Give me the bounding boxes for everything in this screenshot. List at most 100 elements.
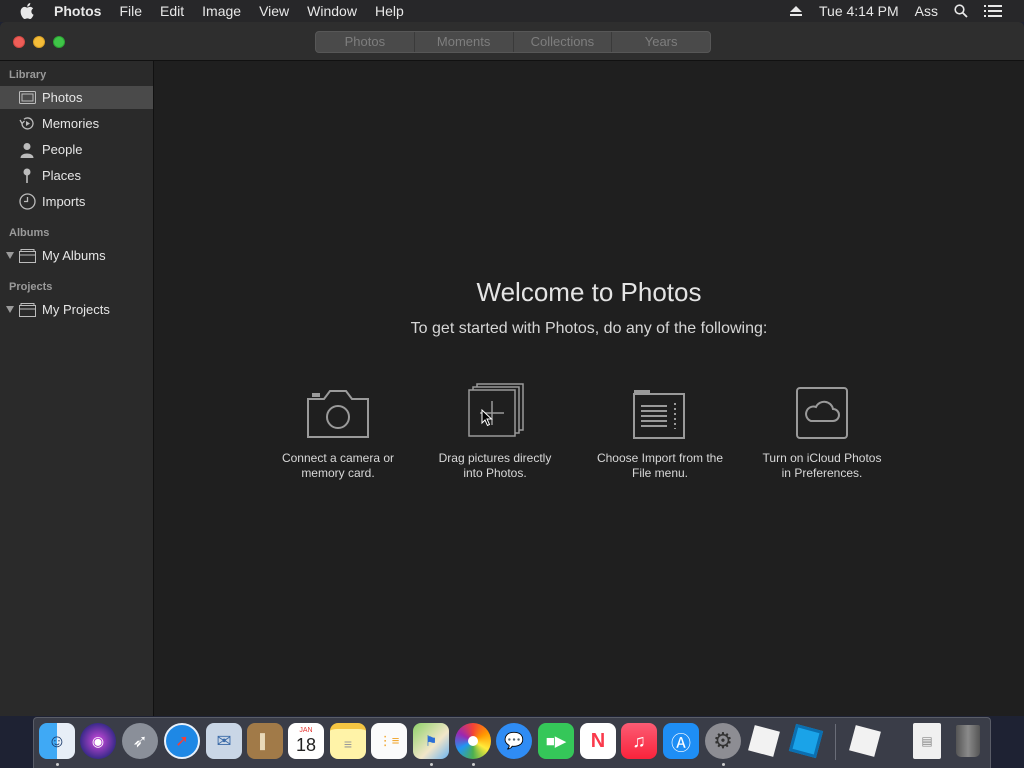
option-label-line: Turn on iCloud Photos [762,451,882,465]
close-button[interactable] [13,36,25,48]
video-camera-icon: ■▶ [545,733,567,750]
menu-help[interactable]: Help [366,0,413,22]
contacts-icon: ▌ [260,733,270,749]
dock-music[interactable]: ♫ [621,723,657,759]
sidebar-item-label: My Projects [42,302,110,317]
apple-menu[interactable] [0,3,54,19]
dock-facetime[interactable]: ■▶ [538,723,574,759]
dock-finder[interactable]: ☺ [39,723,75,759]
option-label-line: Connect a camera or [281,451,395,465]
option-import-menu: Choose Import from the File menu. [585,383,735,481]
dock-mail[interactable]: ✉ [206,723,242,759]
dock: ☺ ◉ ➶ ➚ ✉ ▌ JAN 18 ≡ ⋮≡ ⚑ 💬 ■▶ N ♫ Ⓐ ⚙ ▤ [33,717,991,768]
tab-moments[interactable]: Moments [415,32,514,52]
person-icon [18,141,36,158]
albums-header: Albums [9,227,50,239]
memories-icon [18,115,36,132]
compass-icon: ➚ [175,733,189,750]
projects-header: Projects [9,281,53,293]
running-indicator [56,763,59,766]
option-label-line: Choose Import from the [596,451,724,465]
option-label: Connect a camera or memory card. [263,451,413,481]
apple-icon [20,3,34,19]
menubar-clock[interactable]: Tue 4:14 PM [811,0,907,22]
app-store-icon: Ⓐ [671,732,691,755]
reminders-icon: ⋮≡ [378,733,400,748]
dock-app-store[interactable]: Ⓐ [663,723,699,759]
sidebar-item-label: People [42,142,83,157]
folder-icon [18,301,36,318]
roblox-icon [849,725,881,757]
disclosure-triangle-icon[interactable] [6,252,14,259]
sidebar-item-label: Imports [42,194,86,209]
dock-system-preferences[interactable]: ⚙ [705,723,741,759]
welcome-title: Welcome to Photos [476,277,702,307]
menubar-user[interactable]: Ass [907,0,946,22]
menu-window[interactable]: Window [298,0,366,22]
dock-siri[interactable]: ◉ [80,723,116,759]
menu-edit[interactable]: Edit [151,0,193,22]
dock-launchpad[interactable]: ➶ [122,723,158,759]
option-drag-pictures: Drag pictures directly into Photos. [420,383,570,481]
sidebar-item-people[interactable]: People [0,138,153,161]
sidebar-item-my-albums[interactable]: My Albums [0,244,153,267]
menu-bar: Photos File Edit Image View Window Help … [0,0,1024,22]
photos-window: Photos Moments Collections Years Library… [0,22,1024,716]
option-label: Choose Import from the File menu. [585,451,735,481]
siri-icon: ◉ [91,732,105,749]
dock-news[interactable]: N [580,723,616,759]
dock-reminders[interactable]: ⋮≡ [371,723,407,759]
tab-collections[interactable]: Collections [514,32,613,52]
search-icon[interactable] [946,4,976,18]
running-indicator [722,763,725,766]
sidebar-item-imports[interactable]: Imports [0,190,153,213]
option-label-line: memory card. [301,466,375,480]
view-segmented-control: Photos Moments Collections Years [315,31,711,53]
tab-photos[interactable]: Photos [316,32,415,52]
menu-file[interactable]: File [110,0,151,22]
sidebar-item-label: My Albums [42,248,106,263]
dock-calendar[interactable]: JAN 18 [288,723,324,759]
dock-contacts[interactable]: ▌ [247,723,283,759]
sidebar-item-label: Photos [42,90,83,105]
dock-roblox-studio[interactable] [788,723,824,759]
main-content: Welcome to Photos To get started with Ph… [154,61,1024,716]
pin-icon [18,167,36,184]
camera-icon [263,383,413,439]
photos-flower-icon [468,736,478,746]
menu-app-name[interactable]: Photos [54,0,110,22]
dock-downloads[interactable]: ▤ [913,723,941,759]
dock-roblox-document[interactable] [847,723,883,759]
sidebar: Library Photos Memories People Places Im… [0,61,154,716]
menu-view[interactable]: View [250,0,298,22]
map-pin-icon: ⚑ [424,732,438,749]
minimize-button[interactable] [33,36,45,48]
dock-roblox[interactable] [746,723,782,759]
tab-years[interactable]: Years [612,32,710,52]
welcome-subtitle: To get started with Photos, do any of th… [410,320,768,337]
sidebar-item-places[interactable]: Places [0,164,153,187]
list-icon[interactable] [976,4,1024,18]
disclosure-triangle-icon[interactable] [6,306,14,313]
option-label-line: File menu. [631,466,689,480]
dock-safari[interactable]: ➚ [164,723,200,759]
window-titlebar: Photos Moments Collections Years [0,22,1024,61]
add-photos-icon [420,383,570,439]
eject-icon[interactable] [781,5,811,17]
music-note-icon: ♫ [632,730,646,751]
roblox-icon [748,725,780,757]
rocket-icon: ➶ [132,730,148,751]
dock-maps[interactable]: ⚑ [413,723,449,759]
menu-image[interactable]: Image [193,0,250,22]
calendar-day: 18 [295,735,317,755]
dock-trash[interactable] [950,723,986,759]
sidebar-item-photos[interactable]: Photos [0,86,153,109]
zoom-button[interactable] [53,36,65,48]
sidebar-item-memories[interactable]: Memories [0,112,153,135]
option-label-line: in Preferences. [781,466,863,480]
sidebar-item-my-projects[interactable]: My Projects [0,298,153,321]
dock-photos[interactable] [455,723,491,759]
dock-messages[interactable]: 💬 [496,723,532,759]
dock-separator [835,724,836,760]
dock-notes[interactable]: ≡ [330,723,366,759]
